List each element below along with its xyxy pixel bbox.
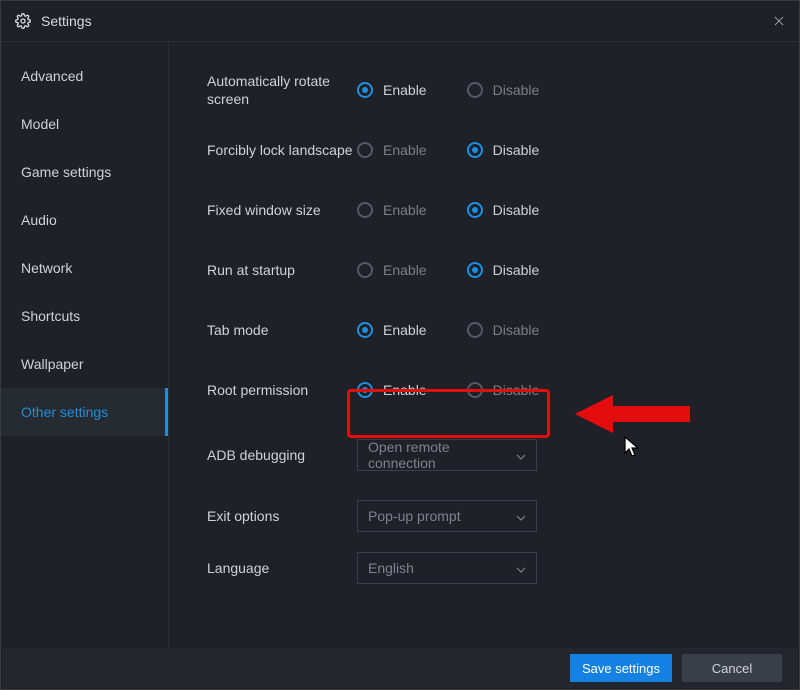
lock-disable-radio[interactable]: Disable — [467, 142, 540, 158]
radio-label: Enable — [383, 262, 427, 278]
select-value: English — [368, 560, 414, 576]
radio-label: Disable — [493, 262, 540, 278]
radio-label: Disable — [493, 382, 540, 398]
close-button[interactable] — [759, 1, 799, 41]
radio-label: Disable — [493, 142, 540, 158]
sidebar-item-shortcuts[interactable]: Shortcuts — [1, 292, 168, 340]
radio-label: Enable — [383, 142, 427, 158]
radio-label: Disable — [493, 202, 540, 218]
sidebar-item-label: Wallpaper — [21, 356, 84, 372]
select-value: Pop-up prompt — [368, 508, 461, 524]
option-label-exit: Exit options — [207, 507, 357, 525]
option-label-adb: ADB debugging — [207, 446, 357, 464]
fixed-disable-radio[interactable]: Disable — [467, 202, 540, 218]
tab-disable-radio[interactable]: Disable — [467, 322, 540, 338]
tab-enable-radio[interactable]: Enable — [357, 322, 427, 338]
button-label: Cancel — [712, 661, 752, 676]
fixed-enable-radio[interactable]: Enable — [357, 202, 427, 218]
radio-label: Enable — [383, 382, 427, 398]
exit-options-select[interactable]: Pop-up prompt — [357, 500, 537, 532]
save-button[interactable]: Save settings — [570, 654, 672, 682]
sidebar-item-audio[interactable]: Audio — [1, 196, 168, 244]
settings-icon — [15, 13, 31, 29]
radio-label: Enable — [383, 202, 427, 218]
sidebar-item-game-settings[interactable]: Game settings — [1, 148, 168, 196]
sidebar-item-label: Model — [21, 116, 59, 132]
option-label-rotate: Automatically rotate screen — [207, 72, 357, 108]
lock-enable-radio[interactable]: Enable — [357, 142, 427, 158]
window-title: Settings — [41, 13, 92, 29]
rotate-enable-radio[interactable]: Enable — [357, 82, 427, 98]
option-label-language: Language — [207, 559, 357, 577]
language-select[interactable]: English — [357, 552, 537, 584]
sidebar-item-label: Network — [21, 260, 72, 276]
sidebar-item-label: Shortcuts — [21, 308, 80, 324]
sidebar-item-label: Game settings — [21, 164, 111, 180]
option-label-fixed: Fixed window size — [207, 201, 357, 219]
sidebar-item-network[interactable]: Network — [1, 244, 168, 292]
sidebar-item-other-settings[interactable]: Other settings — [1, 388, 168, 436]
sidebar: Advanced Model Game settings Audio Netwo… — [1, 42, 169, 650]
sidebar-item-wallpaper[interactable]: Wallpaper — [1, 340, 168, 388]
radio-label: Disable — [493, 322, 540, 338]
sidebar-item-label: Other settings — [21, 404, 108, 420]
chevron-down-icon — [516, 560, 526, 576]
chevron-down-icon — [516, 508, 526, 524]
sidebar-item-model[interactable]: Model — [1, 100, 168, 148]
content-pane: Automatically rotate screen Enable Disab… — [169, 42, 799, 650]
startup-enable-radio[interactable]: Enable — [357, 262, 427, 278]
root-disable-radio[interactable]: Disable — [467, 382, 540, 398]
radio-label: Enable — [383, 322, 427, 338]
button-label: Save settings — [582, 661, 660, 676]
option-label-root: Root permission — [207, 381, 357, 399]
radio-label: Enable — [383, 82, 427, 98]
option-label-lock: Forcibly lock landscape — [207, 141, 357, 159]
sidebar-item-label: Advanced — [21, 68, 83, 84]
titlebar: Settings — [1, 1, 799, 42]
adb-debugging-select[interactable]: Open remote connection — [357, 439, 537, 471]
radio-label: Disable — [493, 82, 540, 98]
sidebar-item-label: Audio — [21, 212, 57, 228]
footer: Save settings Cancel — [2, 648, 798, 688]
cancel-button[interactable]: Cancel — [682, 654, 782, 682]
root-enable-radio[interactable]: Enable — [357, 382, 427, 398]
sidebar-item-advanced[interactable]: Advanced — [1, 52, 168, 100]
startup-disable-radio[interactable]: Disable — [467, 262, 540, 278]
rotate-disable-radio[interactable]: Disable — [467, 82, 540, 98]
option-label-tab: Tab mode — [207, 321, 357, 339]
option-label-startup: Run at startup — [207, 261, 357, 279]
select-value: Open remote connection — [368, 439, 516, 471]
chevron-down-icon — [516, 447, 526, 463]
